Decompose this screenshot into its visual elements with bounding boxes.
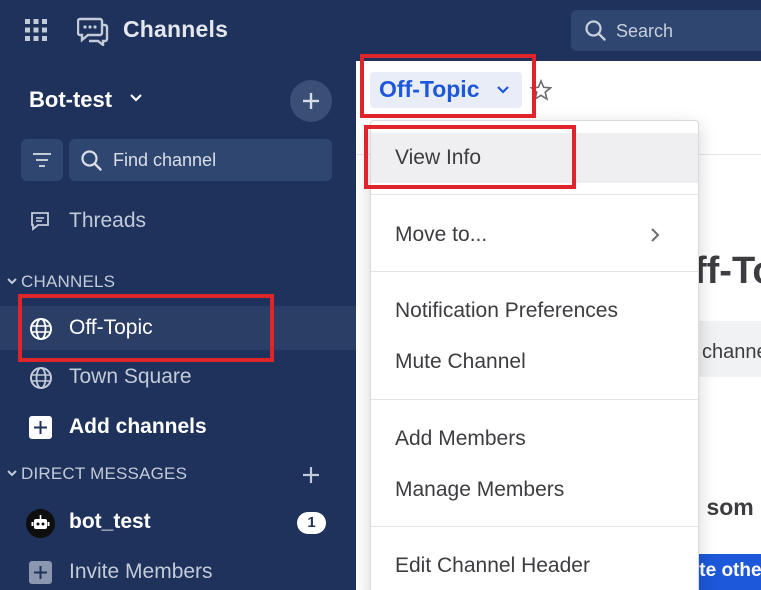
sidebar-item-label: bot_test	[69, 510, 151, 533]
intro-chip-text: channe	[702, 341, 761, 363]
menu-item-add-members[interactable]: Add Members	[371, 414, 698, 464]
global-header: Channels Search	[0, 0, 761, 61]
sidebar-item-label: Threads	[69, 209, 147, 232]
grid-icon[interactable]	[25, 19, 47, 41]
menu-divider	[371, 526, 698, 527]
plus-icon	[29, 416, 52, 439]
add-button[interactable]	[290, 80, 332, 122]
direct-messages-section-header[interactable]: DIRECT MESSAGES	[0, 462, 356, 488]
intro-title: ff-To	[694, 250, 761, 292]
channels-section-header[interactable]: CHANNELS	[0, 270, 356, 296]
menu-item-mute-channel[interactable]: Mute Channel	[371, 337, 698, 387]
chevron-down-icon	[7, 278, 17, 285]
menu-divider	[371, 399, 698, 400]
find-channel-button[interactable]: Find channel	[69, 139, 332, 181]
threads-icon	[31, 212, 49, 231]
robot-icon	[31, 515, 50, 529]
section-label: CHANNELS	[21, 272, 116, 291]
menu-item-label: Mute Channel	[395, 350, 526, 373]
search-icon	[585, 20, 606, 41]
plus-icon	[29, 561, 52, 584]
product-name: Channels	[123, 16, 229, 42]
channel-dropdown-menu: View Info Move to... Notification Prefer…	[370, 120, 699, 590]
menu-item-label: Move to...	[395, 223, 488, 246]
add-channels-button[interactable]: Add channels	[0, 405, 356, 449]
section-label: DIRECT MESSAGES	[21, 464, 188, 483]
chevron-down-icon[interactable]	[129, 93, 143, 103]
menu-divider	[371, 194, 698, 195]
menu-divider	[371, 271, 698, 272]
menu-item-manage-members[interactable]: Manage Members	[371, 465, 698, 515]
chevron-right-icon	[651, 228, 660, 242]
invite-others-label: ite othe	[694, 560, 761, 581]
menu-item-label: Notification Preferences	[395, 299, 618, 322]
add-channels-label: Add channels	[69, 415, 207, 438]
mention-badge: 1	[297, 512, 326, 534]
menu-item-notification-preferences[interactable]: Notification Preferences	[371, 286, 698, 336]
bot-avatar	[26, 509, 55, 538]
sidebar-item-threads[interactable]: Threads	[0, 199, 356, 243]
highlight-channel-title	[360, 54, 536, 118]
search-placeholder: Search	[616, 21, 674, 41]
search-input[interactable]: Search	[571, 10, 761, 51]
plus-icon[interactable]	[301, 465, 321, 485]
filter-button[interactable]	[21, 139, 63, 181]
team-name[interactable]: Bot-test	[29, 87, 112, 113]
menu-item-label: Add Members	[395, 427, 526, 450]
menu-item-label: Manage Members	[395, 478, 565, 501]
menu-item-move-to[interactable]: Move to...	[371, 210, 698, 260]
plus-icon	[303, 93, 319, 109]
sidebar-item-label: Town Square	[69, 365, 192, 388]
channels-icon	[77, 17, 109, 46]
invite-members-button[interactable]: Invite Members	[0, 550, 356, 590]
find-channel-label: Find channel	[113, 150, 217, 170]
highlight-view-info	[364, 125, 576, 189]
globe-icon	[30, 367, 52, 389]
invite-members-label: Invite Members	[69, 560, 213, 583]
menu-item-label: Edit Channel Header	[395, 554, 590, 577]
sidebar-item-bot-test[interactable]: bot_test 1	[0, 500, 356, 544]
chevron-down-icon	[7, 470, 17, 477]
filter-icon	[33, 153, 51, 167]
search-icon	[81, 150, 102, 171]
menu-item-edit-channel-header[interactable]: Edit Channel Header	[371, 541, 698, 590]
highlight-off-topic	[18, 294, 274, 362]
